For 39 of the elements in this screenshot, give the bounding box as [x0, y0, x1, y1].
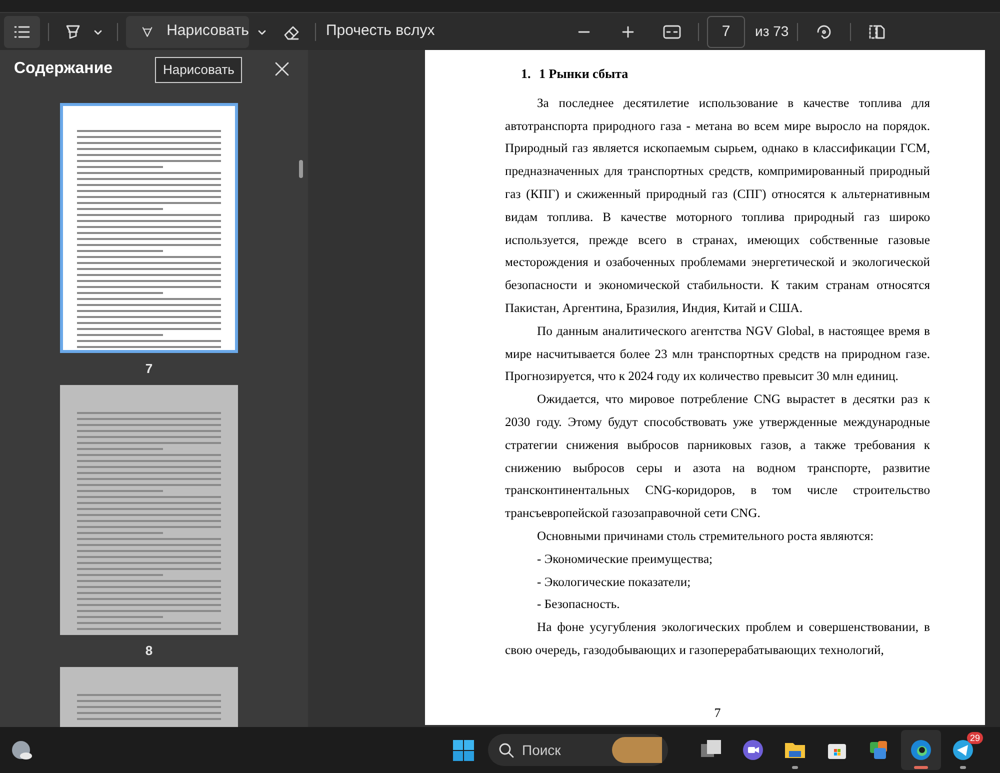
plus-icon	[620, 24, 636, 40]
tooltip: Нарисовать	[155, 57, 242, 82]
paragraph: Ожидается, что мировое потребление CNG вырастет в десятки раз к 2030 году. Этому будут способствовать уже утвержденные международные стратегии снижения выбросов парниковых газов, а также требования к снижению выбросов серы и азота на водном транспорте, развитие трансконтинентальных CNG-коридоров, в том числе строительство трансъевропейской газозаправочной сети CNG.	[505, 391, 930, 522]
notification-badge: 29	[966, 732, 983, 744]
scrollbar-thumb[interactable]	[299, 160, 303, 178]
windows-logo-icon	[452, 738, 474, 762]
page-label: 8	[145, 642, 153, 660]
contents-button[interactable]	[4, 16, 40, 48]
page-thumbnail[interactable]	[60, 667, 238, 727]
minus-icon	[578, 30, 590, 32]
taskbar-app-button[interactable]: 29	[943, 730, 983, 770]
heading-number: 1.	[521, 65, 532, 83]
page-thumbnail[interactable]	[60, 103, 238, 353]
search-highlight-picture	[612, 737, 662, 763]
page-number-field[interactable]: 7	[707, 16, 745, 48]
close-icon	[273, 60, 291, 78]
paragraph: Основными причинами столь стремительного роста являются:	[536, 528, 875, 545]
search-field[interactable]: Поиск	[522, 740, 582, 760]
paragraph: На фоне усугубления экологических проблем и совершенствовании, в свою очередь, газодобывающих и газоперерабатывающих технологий,	[505, 619, 930, 659]
paragraph: По данным аналитического агентства NGV Global, в настоящее время в мире насчитывается более 23 млн транспортных средств на природном газе. Прогнозируется, что к 2024 году их количество превысит 30 млн единиц.	[505, 322, 930, 386]
search-icon	[498, 742, 514, 758]
page-count: из 73	[755, 22, 789, 41]
section-heading: 1 Рынки сбыта	[539, 65, 628, 83]
page-label: 7	[145, 360, 153, 378]
video-chat-icon	[741, 738, 765, 762]
browser-icon	[909, 738, 933, 762]
chevron-down-icon	[93, 28, 103, 36]
read-aloud-button[interactable]: Прочесть вслух	[324, 16, 437, 48]
list-item: - Экологические показатели;	[536, 574, 692, 591]
taskbar-app-button[interactable]	[901, 730, 941, 770]
list-item: - Безопасность.	[536, 596, 621, 614]
page-thumbnail[interactable]	[60, 385, 238, 635]
sidebar-title: Содержание	[14, 58, 113, 78]
chevron-down-icon	[257, 28, 267, 36]
page-number: 7	[714, 704, 721, 720]
paragraph: За последнее десятилетие использование в качестве топлива для автотранспорта природного газа - метана во всем мире выросло на порядок. Природный газ является ископаемым сырьем, однако в классификации ГСМ, предназначенных для транспортных средств, компримированный природный газ (КПГ) и сжиженный природный газ (СПГ) относятся к альтернативным видам топлива. В качестве моторного топлива природный газ широко используется, прежде всего в странах, имеющих собственные газовые месторождения и озабоченных проблемами энергетической и экологической безопасности и экономической стабильности. К таким странам относятся Пакистан, Аргентина, Бразилия, Индия, Китай и США.	[505, 94, 930, 317]
search-bar[interactable]: Поиск	[488, 734, 668, 766]
list-item: - Экономические преимущества;	[536, 550, 714, 568]
draw-button[interactable]: Нарисовать	[126, 16, 249, 48]
